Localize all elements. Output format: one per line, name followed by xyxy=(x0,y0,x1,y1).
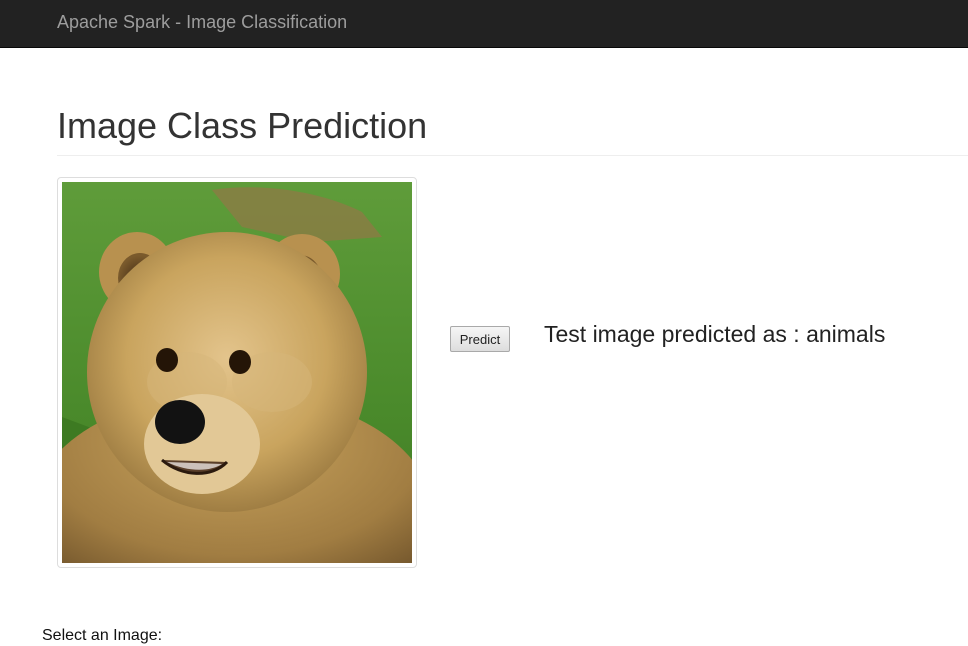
navbar-brand-link[interactable]: Apache Spark - Image Classification xyxy=(57,12,347,32)
page-header: Image Class Prediction xyxy=(57,104,968,156)
select-image-label: Select an Image: xyxy=(42,627,163,644)
page-title: Image Class Prediction xyxy=(57,105,428,146)
prediction-result: Test image predicted as : animals xyxy=(544,321,886,347)
predict-button[interactable]: Predict xyxy=(450,326,510,352)
top-navbar: Apache Spark - Image Classification xyxy=(0,0,968,48)
test-image xyxy=(62,182,412,563)
image-thumbnail xyxy=(57,177,417,568)
